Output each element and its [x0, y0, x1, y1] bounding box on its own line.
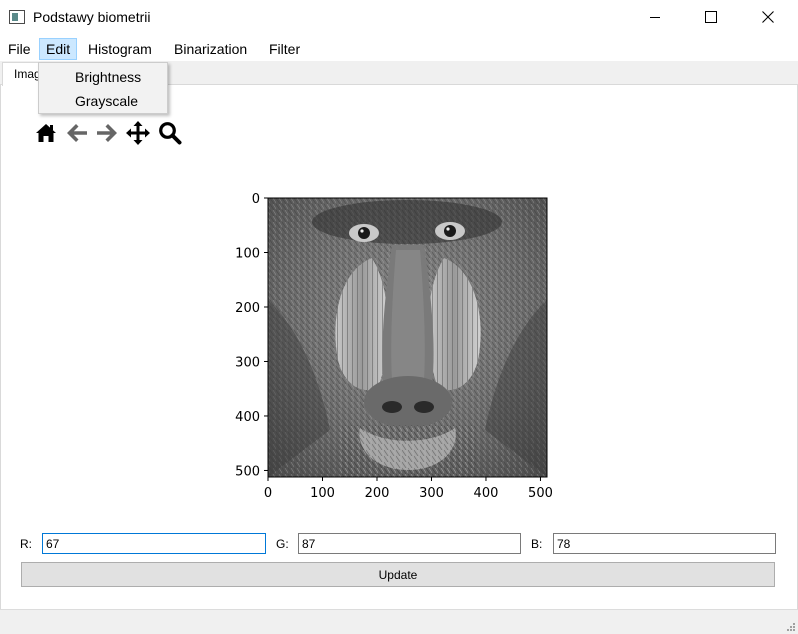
menu-item-brightness[interactable]: Brightness	[39, 65, 167, 89]
y-tick-label: 0	[252, 192, 260, 207]
update-button[interactable]: Update	[21, 562, 775, 587]
g-label: G:	[276, 537, 289, 551]
resize-grip-icon[interactable]	[786, 622, 796, 632]
status-bar	[0, 609, 798, 634]
b-label: B:	[531, 537, 543, 551]
mandrill-image	[268, 198, 547, 477]
main-window: Podstawy biometrii File Edit Histogram B…	[0, 0, 798, 634]
g-input[interactable]	[298, 533, 521, 554]
x-tick-label: 200	[365, 486, 390, 501]
y-tick-label: 300	[235, 355, 260, 370]
y-tick-label: 400	[235, 410, 260, 425]
x-tick-label: 300	[419, 486, 444, 501]
y-tick-label: 500	[235, 464, 260, 479]
x-tick-label: 0	[264, 486, 272, 501]
r-input[interactable]	[42, 533, 266, 554]
r-label: R:	[20, 537, 32, 551]
y-tick-label: 100	[235, 246, 260, 261]
y-tick-label: 200	[235, 301, 260, 316]
x-axis: 0 100 200 300 400 500	[264, 477, 553, 501]
edit-dropdown-menu: Brightness Grayscale	[38, 62, 168, 114]
b-input[interactable]	[553, 533, 776, 554]
x-tick-label: 400	[474, 486, 499, 501]
x-tick-label: 100	[310, 486, 335, 501]
menu-item-grayscale[interactable]: Grayscale	[39, 89, 167, 113]
x-tick-label: 500	[528, 486, 553, 501]
y-axis: 0 100 200 300 400 500	[235, 192, 268, 479]
